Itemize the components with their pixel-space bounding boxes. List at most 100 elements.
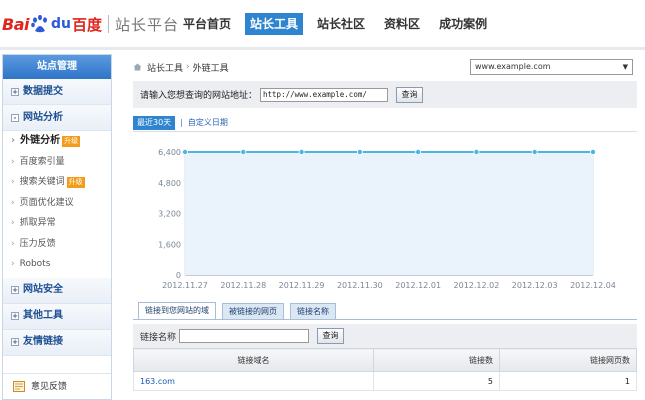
sidebar-section-site-analysis[interactable]: - 网站分析 <box>3 105 111 131</box>
paw-icon <box>30 14 50 34</box>
sidebar-section-label: 数据提交 <box>23 85 63 97</box>
nav-home[interactable]: 平台首页 <box>178 13 236 35</box>
dropdown-arrow-icon: ▼ <box>622 63 628 71</box>
range-custom-date[interactable]: 自定义日期 <box>188 117 228 128</box>
logo-du-text: du <box>50 16 71 32</box>
top-nav: 平台首页 站长工具 站长社区 资料区 成功案例 <box>178 13 501 35</box>
breadcrumb-item[interactable]: 站长工具 <box>147 61 183 74</box>
x-tick-label: 2012.11.30 <box>337 281 383 290</box>
x-tick-label: 2012.11.27 <box>162 281 208 290</box>
sidebar-item-label: 百度索引量 <box>19 156 65 167</box>
nav-resources[interactable]: 资料区 <box>379 13 425 35</box>
expand-icon: + <box>11 312 19 320</box>
sidebar-item-pressure-feedback[interactable]: › 压力反馈 <box>3 234 111 255</box>
query-button[interactable]: 查询 <box>396 86 424 103</box>
breadcrumb-item-current: 外链工具 <box>192 63 229 74</box>
sidebar-item-label: Robots <box>19 259 51 269</box>
x-tick-label: 2012.12.03 <box>512 281 558 290</box>
upgrade-badge: 升级 <box>66 176 85 188</box>
sidebar-section-friend-links[interactable]: + 友情链接 <box>3 329 111 356</box>
sidebar-item-robots[interactable]: › Robots <box>3 254 111 275</box>
y-tick-label: 4,800 <box>158 179 181 188</box>
data-point <box>298 148 305 155</box>
filter-query-button[interactable]: 查询 <box>317 328 345 344</box>
table-header-row: 链接域名 链接数 链接网页数 <box>133 348 637 372</box>
sidebar-item-label: 页面优化建议 <box>19 197 74 208</box>
tab-anchor-text[interactable]: 链接名称 <box>290 303 336 319</box>
sidebar-item-crawl-errors[interactable]: › 抓取异常 <box>3 213 111 234</box>
sidebar-section-data-submit[interactable]: + 数据提交 <box>3 79 111 105</box>
sidebar-item-label: 搜索关键词 <box>19 177 65 187</box>
header-divider <box>0 47 645 50</box>
sidebar-section-other-tools[interactable]: + 其他工具 <box>3 303 111 330</box>
expand-icon: + <box>11 87 19 96</box>
sidebar-section-label: 网站安全 <box>23 284 63 295</box>
baidu-logo[interactable]: Bai du 百度 站长平台 <box>2 8 179 40</box>
chevron-right-icon: › <box>11 197 15 208</box>
date-range-bar: 最近30天 | 自定义日期 <box>133 114 637 132</box>
logo-divider <box>108 15 109 33</box>
site-select[interactable]: www.example.com ▼ <box>470 59 633 75</box>
backlink-line-chart: 0 1,600 3,200 4,800 6,400 2012.11.27 2012.11.… <box>158 148 616 290</box>
nav-cases[interactable]: 成功案例 <box>434 13 492 35</box>
chevron-right-icon: › <box>11 177 15 187</box>
data-point <box>531 148 538 155</box>
filter-label: 链接名称 <box>140 332 177 343</box>
range-separator: | <box>180 118 183 127</box>
sidebar-section-label: 其他工具 <box>23 310 63 321</box>
x-tick-label: 2012.12.04 <box>570 281 616 290</box>
y-tick-label: 3,200 <box>158 210 181 219</box>
logo-bai-text: Bai <box>2 14 29 34</box>
chevron-right-icon: › <box>11 238 15 249</box>
x-tick-label: 2012.11.28 <box>220 281 266 290</box>
expand-icon: + <box>11 286 19 294</box>
chevron-right-icon: › <box>11 135 16 146</box>
data-point <box>182 148 189 155</box>
query-label: 请输入您想查询的网站地址： <box>140 91 258 101</box>
column-header-page-count[interactable]: 链接网页数 <box>499 348 637 372</box>
query-bar: 请输入您想查询的网站地址： http://www.example.com/ 查询 <box>133 81 637 108</box>
sidebar-item-search-keywords[interactable]: › 搜索关键词 升级 <box>3 172 111 193</box>
url-input[interactable]: http://www.example.com/ <box>260 87 389 102</box>
tab-linking-domains[interactable]: 链接到您网站的域 <box>138 302 216 319</box>
anchor-text-input[interactable] <box>179 329 310 343</box>
tab-linked-pages[interactable]: 被链接的网页 <box>222 303 284 319</box>
sidebar: 站点管理 + 数据提交 - 网站分析 › 外链分析 升级 › 百度索引量 › 搜… <box>2 54 112 400</box>
x-tick-label: 2012.11.29 <box>279 281 325 290</box>
nav-webmaster-tools[interactable]: 站长工具 <box>245 13 304 35</box>
breadcrumb-separator: › <box>186 62 190 72</box>
home-icon[interactable] <box>133 63 142 71</box>
domain-link[interactable]: 163.com <box>133 371 374 391</box>
expand-icon: + <box>11 338 19 346</box>
sidebar-item-label: 抓取异常 <box>19 218 56 228</box>
data-point <box>240 148 247 155</box>
main-content: 站长工具 › 外链工具 www.example.com ▼ 请输入您想查询的网站… <box>133 56 637 400</box>
sidebar-item-label: 压力反馈 <box>19 238 56 249</box>
sidebar-section-label: 网站分析 <box>23 111 63 123</box>
column-header-link-count[interactable]: 链接数 <box>373 348 500 372</box>
x-tick-label: 2012.12.02 <box>454 281 500 290</box>
y-tick-label: 6,400 <box>158 148 181 157</box>
nav-community[interactable]: 站长社区 <box>312 13 370 35</box>
data-point <box>415 148 422 155</box>
upgrade-badge: 升级 <box>62 135 81 147</box>
feedback-label: 意见反馈 <box>31 381 68 392</box>
backlink-tabs: 链接到您网站的域 被链接的网页 链接名称 <box>133 301 637 320</box>
link-count: 5 <box>373 371 500 391</box>
page-count: 1 <box>499 371 637 391</box>
sidebar-item-label: 外链分析 <box>20 135 61 146</box>
site-name: 站长平台 <box>115 15 180 34</box>
logo-cn-text: 百度 <box>71 15 102 34</box>
sidebar-item-page-optimization[interactable]: › 页面优化建议 <box>3 193 111 214</box>
column-header-domain[interactable]: 链接域名 <box>133 348 374 372</box>
data-point <box>473 148 480 155</box>
range-last-30-days[interactable]: 最近30天 <box>133 115 176 130</box>
feedback-link[interactable]: 意见反馈 <box>3 373 111 399</box>
chevron-right-icon: › <box>11 218 15 228</box>
sidebar-item-index-volume[interactable]: › 百度索引量 <box>3 152 111 173</box>
sidebar-item-backlink-analysis[interactable]: › 外链分析 升级 <box>3 131 111 152</box>
data-point <box>356 148 363 155</box>
sidebar-section-site-security[interactable]: + 网站安全 <box>3 277 111 304</box>
data-point <box>589 148 596 155</box>
collapse-icon: - <box>11 113 19 122</box>
